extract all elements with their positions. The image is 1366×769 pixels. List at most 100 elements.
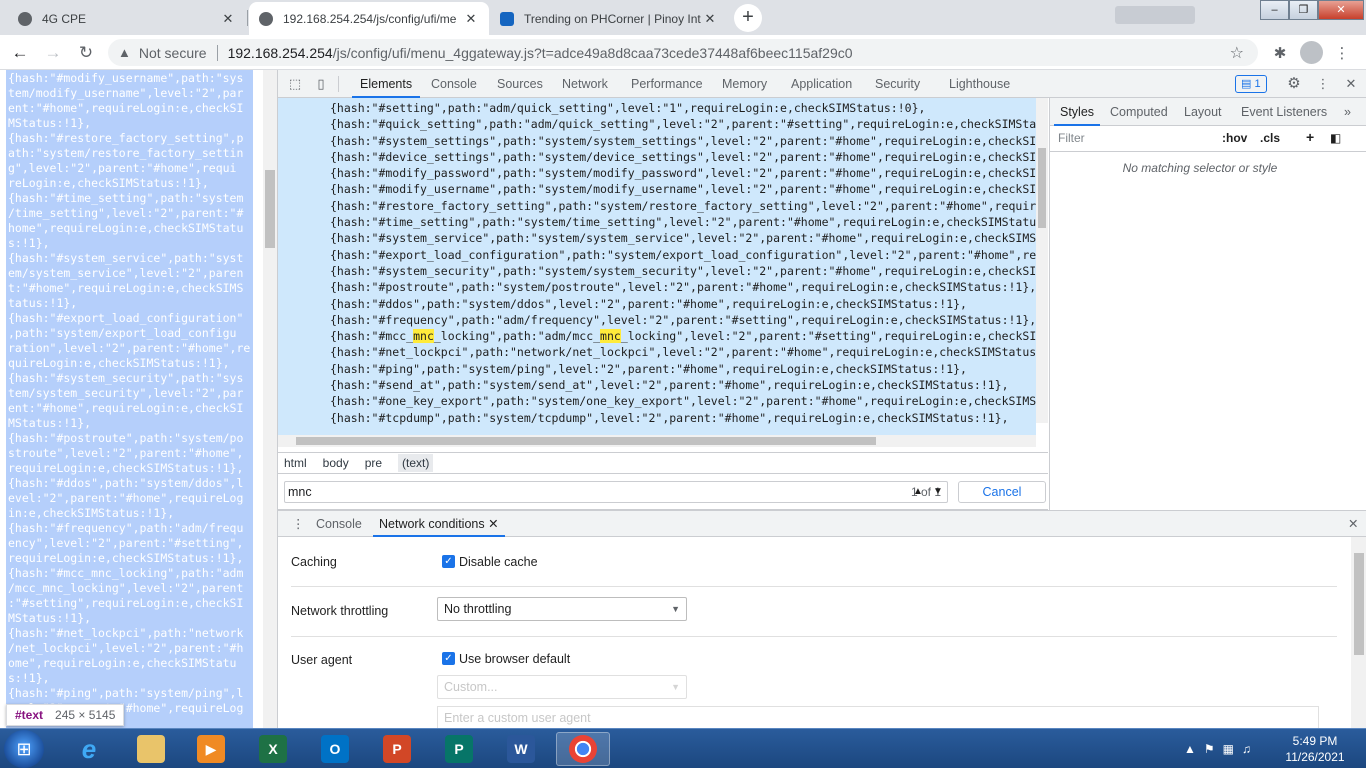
address-bar[interactable]: ▲ Not secure 192.168.254.254 /js/config/…	[108, 39, 1258, 66]
action-center-icon[interactable]: ⚑	[1204, 742, 1215, 756]
tab-elements[interactable]: Elements	[352, 70, 421, 98]
taskbar-powerpoint[interactable]: P	[370, 732, 424, 766]
page-source-line: ent:"#home",requireLogin:e,checkSI	[8, 101, 244, 115]
warning-icon[interactable]: ▲	[118, 45, 131, 60]
tab-4g-cpe[interactable]: 4G CPE ✕	[8, 2, 246, 35]
close-tab-icon[interactable]: ✕	[220, 11, 236, 27]
page-source-line: {hash:"#mcc_mnc_locking",path:"adm	[8, 566, 244, 580]
breadcrumb-body[interactable]: body	[323, 456, 349, 470]
page-source-line: requireLogin:e,checkSIMStatus:!1},	[8, 461, 244, 475]
breadcrumb-pre[interactable]: pre	[365, 456, 382, 470]
search-next-button[interactable]: ▼	[929, 483, 947, 501]
drawer-tab-console[interactable]: Console	[310, 511, 368, 537]
tab-layout[interactable]: Layout	[1178, 98, 1228, 126]
tab-computed[interactable]: Computed	[1104, 98, 1174, 126]
inspect-element-icon[interactable]: ⬚	[286, 75, 304, 93]
security-label[interactable]: Not secure	[139, 45, 207, 61]
page-source-line: {hash:"#ping",path:"system/ping",l	[8, 686, 244, 700]
search-prev-button[interactable]: ▲	[909, 483, 927, 501]
taskbar-internet-explorer[interactable]: e	[62, 732, 116, 766]
taskbar-word[interactable]: W	[494, 732, 548, 766]
browser-default-checkbox[interactable]: ✓	[442, 652, 455, 665]
maximize-button[interactable]: ❐	[1289, 0, 1318, 20]
minimize-button[interactable]: –	[1260, 0, 1289, 20]
forward-button[interactable]: →	[41, 41, 65, 65]
extensions-icon[interactable]: ✱	[1270, 44, 1290, 62]
new-style-rule-icon[interactable]: +	[1306, 129, 1314, 145]
gear-icon[interactable]: ⚙	[1285, 75, 1303, 93]
tab-performance[interactable]: Performance	[623, 70, 711, 98]
tab-event-listeners[interactable]: Event Listeners	[1235, 98, 1333, 126]
toggle-sidebar-icon[interactable]: ◧	[1330, 131, 1341, 145]
tab-security[interactable]: Security	[867, 70, 928, 98]
network-icon[interactable]: ▦	[1223, 742, 1234, 756]
scrollbar-thumb[interactable]	[296, 437, 876, 445]
taskbar-file-explorer[interactable]	[124, 732, 178, 766]
breadcrumb-html[interactable]: html	[284, 456, 307, 470]
tab-network[interactable]: Network	[554, 70, 616, 98]
close-tab-icon[interactable]: ✕	[488, 517, 498, 531]
devtools-menu-icon[interactable]: ⋮	[1314, 75, 1332, 93]
tab-sources[interactable]: Sources	[489, 70, 551, 98]
styles-filter-input[interactable]: Filter	[1058, 131, 1085, 145]
bookmark-star-icon[interactable]: ☆	[1230, 43, 1244, 63]
dom-text-line: {hash:"#mcc_mnc_locking",path:"adm/mcc_m…	[330, 328, 1048, 344]
close-window-button[interactable]: ✕	[1318, 0, 1364, 20]
scrollbar-thumb[interactable]	[1354, 553, 1364, 655]
browser-default-label[interactable]: Use browser default	[459, 652, 570, 666]
tab-phcorner[interactable]: Trending on PHCorner | Pinoy Int ✕	[490, 2, 728, 35]
close-tab-icon[interactable]: ✕	[702, 11, 718, 27]
dom-vertical-scrollbar[interactable]	[1036, 98, 1048, 423]
custom-user-agent-input[interactable]: Enter a custom user agent	[437, 706, 1319, 729]
close-drawer-icon[interactable]: ✕	[1342, 511, 1364, 537]
drawer-scrollbar[interactable]	[1351, 537, 1366, 729]
tab-console[interactable]: Console	[423, 70, 485, 98]
taskbar-chrome[interactable]	[556, 732, 610, 766]
scrollbar-thumb[interactable]	[265, 170, 275, 248]
back-button[interactable]: ←	[8, 41, 32, 65]
taskbar-excel[interactable]: X	[246, 732, 300, 766]
throttling-select[interactable]: No throttling ▼	[437, 597, 687, 621]
dom-text-line: {hash:"#modify_username",path:"system/mo…	[330, 181, 1048, 197]
search-query[interactable]: mnc	[288, 485, 312, 499]
profile-avatar[interactable]	[1300, 41, 1323, 64]
device-toggle-icon[interactable]: ▯	[312, 75, 330, 93]
scrollbar-thumb[interactable]	[1038, 148, 1046, 228]
cancel-search-button[interactable]: Cancel	[958, 481, 1046, 503]
new-tab-button[interactable]: +	[734, 4, 762, 32]
user-agent-select[interactable]: Custom... ▼	[437, 675, 687, 699]
tooltip-size: 245 × 5145	[55, 708, 116, 722]
search-input[interactable]: mnc 1 of 1	[284, 481, 948, 503]
taskbar-clock[interactable]: 5:49 PM 11/26/2021	[1280, 733, 1350, 765]
hover-state-toggle[interactable]: :hov	[1222, 131, 1247, 145]
dom-tree[interactable]: {hash:"#setting",path:"adm/quick_setting…	[278, 98, 1048, 438]
drawer-tab-network-conditions[interactable]: Network conditions ✕	[373, 511, 505, 537]
taskbar-outlook[interactable]: O	[308, 732, 362, 766]
chrome-menu-icon[interactable]: ⋮	[1332, 44, 1352, 62]
dom-horizontal-scrollbar[interactable]	[278, 435, 1036, 447]
breadcrumb: html body pre (text)	[278, 452, 1048, 474]
tab-application[interactable]: Application	[783, 70, 860, 98]
volume-icon[interactable]: ♫	[1242, 742, 1251, 756]
close-devtools-icon[interactable]: ✕	[1342, 75, 1360, 93]
start-button[interactable]: ⊞	[4, 730, 44, 768]
tab-menu-js[interactable]: 192.168.254.254/js/config/ufi/me ✕	[249, 2, 489, 35]
drawer-menu-icon[interactable]: ⋮	[286, 511, 311, 537]
taskbar-publisher[interactable]: P	[432, 732, 486, 766]
class-toggle[interactable]: .cls	[1260, 131, 1280, 145]
taskbar-media-player[interactable]: ▶	[184, 732, 238, 766]
more-tabs-icon[interactable]: »	[1338, 98, 1357, 126]
tab-styles[interactable]: Styles	[1054, 98, 1101, 126]
issues-badge[interactable]: ▤ 1	[1235, 75, 1267, 93]
reload-button[interactable]: ↻	[74, 41, 98, 65]
disable-cache-checkbox[interactable]: ✓	[442, 555, 455, 568]
show-hidden-icons-icon[interactable]: ▲	[1184, 742, 1196, 756]
tab-memory[interactable]: Memory	[714, 70, 775, 98]
powerpoint-icon: P	[383, 735, 411, 763]
breadcrumb-text[interactable]: (text)	[398, 454, 434, 472]
close-tab-icon[interactable]: ✕	[463, 11, 479, 27]
page-scrollbar[interactable]	[263, 70, 277, 728]
page-source-line: t:"#home",requireLogin:e,checkSIMS	[8, 281, 244, 295]
disable-cache-label[interactable]: Disable cache	[459, 555, 538, 569]
tab-lighthouse[interactable]: Lighthouse	[941, 70, 1018, 98]
